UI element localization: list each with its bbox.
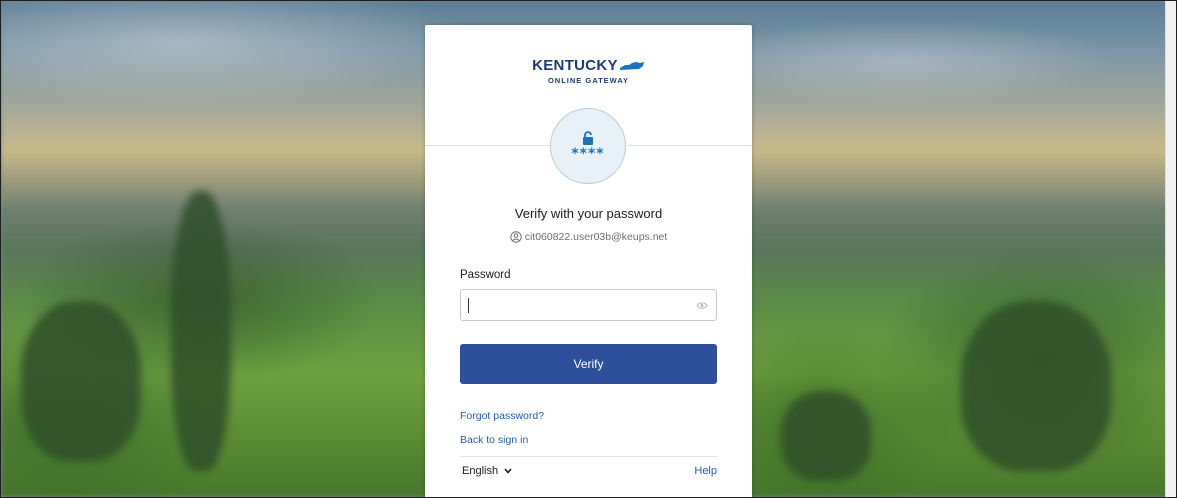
verify-button[interactable]: Verify	[460, 344, 717, 384]
language-selector[interactable]: English	[462, 465, 512, 477]
page-scrollbar[interactable]	[1165, 1, 1176, 497]
background-tree	[781, 391, 871, 481]
user-identifier: cit060822.user03b@keups.net	[425, 231, 752, 243]
unlocked-padlock-icon	[583, 131, 593, 145]
page-title: Verify with your password	[514, 206, 663, 221]
language-label: English	[462, 465, 499, 477]
logo-wordmark: KENTUCKY	[532, 57, 618, 74]
chevron-down-icon	[504, 468, 512, 474]
password-input[interactable]	[469, 296, 683, 316]
kentucky-state-icon	[619, 61, 644, 70]
user-circle-icon	[510, 231, 522, 243]
kentucky-online-gateway-logo: KENTUCKY ONLINE GATEWAY	[425, 57, 752, 85]
password-authenticator-badge: ****	[550, 108, 626, 184]
logo-subtitle: ONLINE GATEWAY	[547, 76, 630, 85]
browser-viewport: KENTUCKY ONLINE GATEWAY **** Verify with…	[0, 0, 1177, 498]
footer-divider	[460, 456, 717, 457]
divider	[425, 145, 550, 146]
password-label: Password	[460, 269, 511, 281]
back-to-sign-in-link[interactable]: Back to sign in	[460, 434, 528, 446]
divider	[627, 145, 752, 146]
masked-password-text: ****	[571, 146, 605, 162]
forgot-password-link[interactable]: Forgot password?	[460, 410, 544, 422]
background-tree	[171, 191, 231, 471]
background-tree	[961, 301, 1111, 471]
background-tree	[21, 301, 141, 461]
password-field[interactable]	[460, 289, 717, 321]
sign-in-card: KENTUCKY ONLINE GATEWAY **** Verify with…	[425, 25, 752, 497]
eye-icon[interactable]	[696, 301, 708, 310]
help-link[interactable]: Help	[694, 465, 717, 477]
identifier-email: cit060822.user03b@keups.net	[524, 231, 668, 243]
